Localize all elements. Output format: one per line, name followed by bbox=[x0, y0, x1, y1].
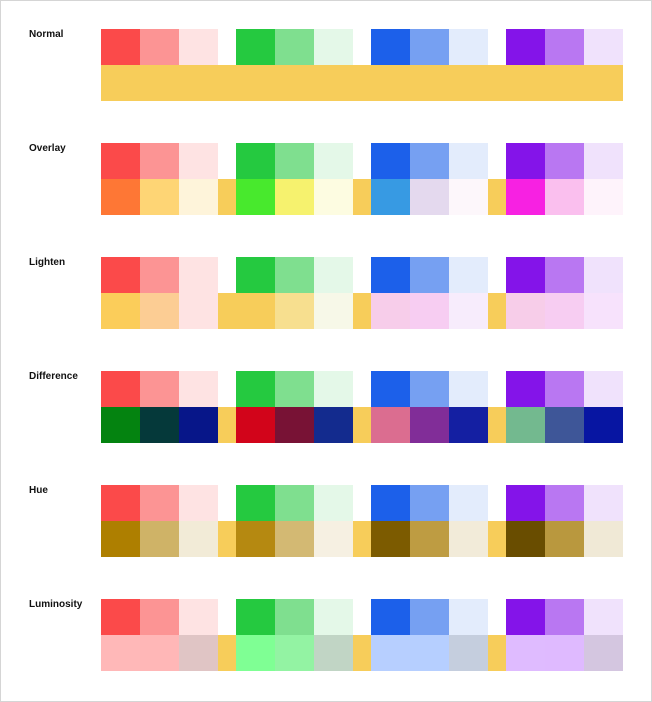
color-group-green bbox=[236, 257, 353, 329]
blend-mode-label: Difference bbox=[29, 371, 78, 382]
blend-mode-label: Lighten bbox=[29, 257, 65, 268]
color-group-blue bbox=[371, 599, 488, 671]
blend-modes-demo: Normal Overlay Lighten Difference Hue Lu… bbox=[0, 0, 652, 702]
color-group-red bbox=[101, 485, 218, 557]
blend-mode-section-difference: Difference bbox=[1, 371, 623, 457]
blend-band bbox=[101, 293, 236, 329]
color-group-green bbox=[236, 371, 353, 443]
blend-band bbox=[218, 635, 371, 671]
blend-band bbox=[101, 521, 236, 557]
blend-band bbox=[488, 293, 623, 329]
color-group-green bbox=[236, 143, 353, 215]
color-group-blue bbox=[371, 143, 488, 215]
blend-mode-label: Luminosity bbox=[29, 599, 82, 610]
color-group-green bbox=[236, 29, 353, 101]
blend-mode-section-normal: Normal bbox=[1, 29, 623, 115]
blend-mode-label: Hue bbox=[29, 485, 48, 496]
color-group-blue bbox=[371, 257, 488, 329]
color-group-red bbox=[101, 143, 218, 215]
swatch-demo bbox=[101, 257, 623, 329]
blend-band bbox=[101, 407, 236, 443]
color-group-green bbox=[236, 599, 353, 671]
color-group-purple bbox=[506, 371, 623, 443]
blend-mode-section-luminosity: Luminosity bbox=[1, 599, 623, 685]
blend-mode-section-overlay: Overlay bbox=[1, 143, 623, 229]
blend-band bbox=[353, 179, 506, 215]
blend-band bbox=[218, 407, 371, 443]
color-group-red bbox=[101, 257, 218, 329]
blend-band bbox=[353, 65, 506, 101]
swatch-demo bbox=[101, 371, 623, 443]
blend-band bbox=[488, 521, 623, 557]
blend-mode-section-lighten: Lighten bbox=[1, 257, 623, 343]
color-group-purple bbox=[506, 485, 623, 557]
swatch-demo bbox=[101, 485, 623, 557]
blend-band bbox=[353, 293, 506, 329]
color-group-red bbox=[101, 29, 218, 101]
blend-band bbox=[488, 179, 623, 215]
color-group-purple bbox=[506, 29, 623, 101]
blend-band bbox=[353, 407, 506, 443]
color-group-red bbox=[101, 371, 218, 443]
swatch-demo bbox=[101, 599, 623, 671]
blend-band bbox=[488, 65, 623, 101]
blend-mode-label: Normal bbox=[29, 29, 63, 40]
color-group-purple bbox=[506, 599, 623, 671]
blend-band bbox=[101, 179, 236, 215]
blend-band bbox=[353, 635, 506, 671]
blend-band bbox=[488, 635, 623, 671]
color-group-purple bbox=[506, 257, 623, 329]
blend-band bbox=[218, 65, 371, 101]
color-group-green bbox=[236, 485, 353, 557]
blend-band bbox=[218, 179, 371, 215]
swatch-demo bbox=[101, 29, 623, 101]
blend-band bbox=[218, 293, 371, 329]
color-group-red bbox=[101, 599, 218, 671]
blend-band bbox=[353, 521, 506, 557]
swatch-demo bbox=[101, 143, 623, 215]
color-group-blue bbox=[371, 371, 488, 443]
blend-band bbox=[101, 635, 236, 671]
blend-band bbox=[101, 65, 236, 101]
color-group-purple bbox=[506, 143, 623, 215]
blend-band bbox=[488, 407, 623, 443]
color-group-blue bbox=[371, 29, 488, 101]
blend-mode-section-hue: Hue bbox=[1, 485, 623, 571]
blend-band bbox=[218, 521, 371, 557]
color-group-blue bbox=[371, 485, 488, 557]
blend-mode-label: Overlay bbox=[29, 143, 66, 154]
